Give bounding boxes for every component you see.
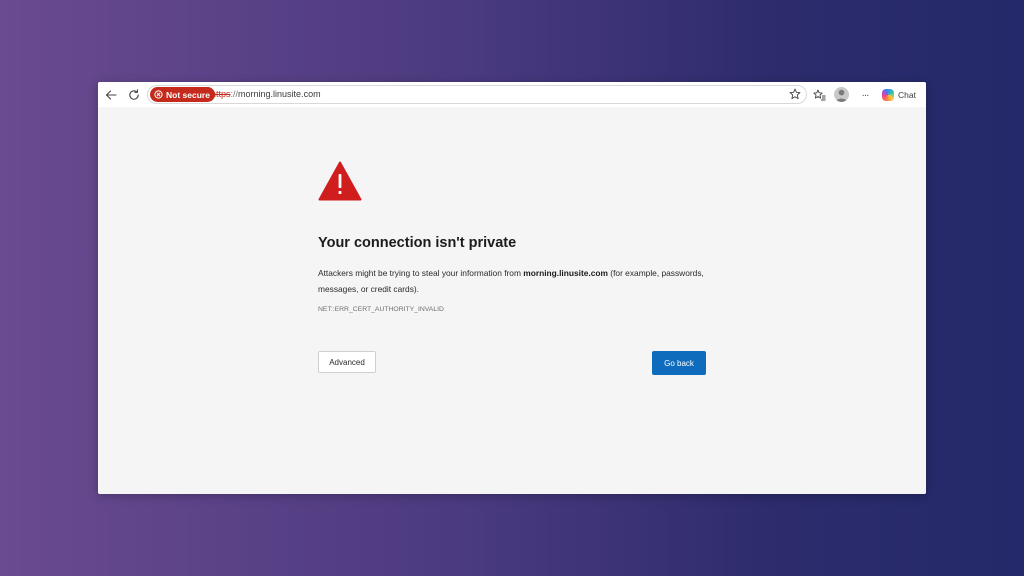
error-description: Attackers might be trying to steal your … [318,265,718,297]
star-icon[interactable] [788,87,802,101]
go-back-button[interactable]: Go back [652,351,706,375]
warning-triangle-icon [318,161,362,201]
warning-shield-icon [154,90,163,99]
person-icon [836,89,847,102]
address-bar[interactable]: Not secure https://morning.linusite.com [147,85,807,104]
url-scheme: https [211,89,231,99]
url-text[interactable]: https://morning.linusite.com [211,89,321,99]
desc-text-before: Attackers might be trying to steal your … [318,268,524,278]
refresh-icon[interactable] [124,85,144,105]
browser-window: Not secure https://morning.linusite.com [98,82,926,494]
error-code: NET::ERR_CERT_AUTHORITY_INVALID [318,306,444,313]
url-host: morning.linusite.com [238,89,321,99]
chat-label: Chat [898,89,916,100]
favorites-list-icon[interactable] [809,85,829,105]
copilot-icon [882,88,894,101]
not-secure-label: Not secure [166,89,210,100]
desc-host: morning.linusite.com [523,268,608,278]
page-title: Your connection isn't private [318,235,517,251]
url-separator: :// [230,89,239,99]
error-page: Your connection isn't private Attackers … [98,107,926,494]
advanced-button[interactable]: Advanced [318,351,376,373]
not-secure-badge[interactable]: Not secure [150,87,215,102]
more-options-icon[interactable]: ··· [855,85,875,105]
browser-toolbar: Not secure https://morning.linusite.com [98,82,926,108]
back-arrow-icon[interactable] [101,85,121,105]
chat-button[interactable]: Chat [879,85,921,104]
profile-avatar[interactable] [834,87,849,102]
